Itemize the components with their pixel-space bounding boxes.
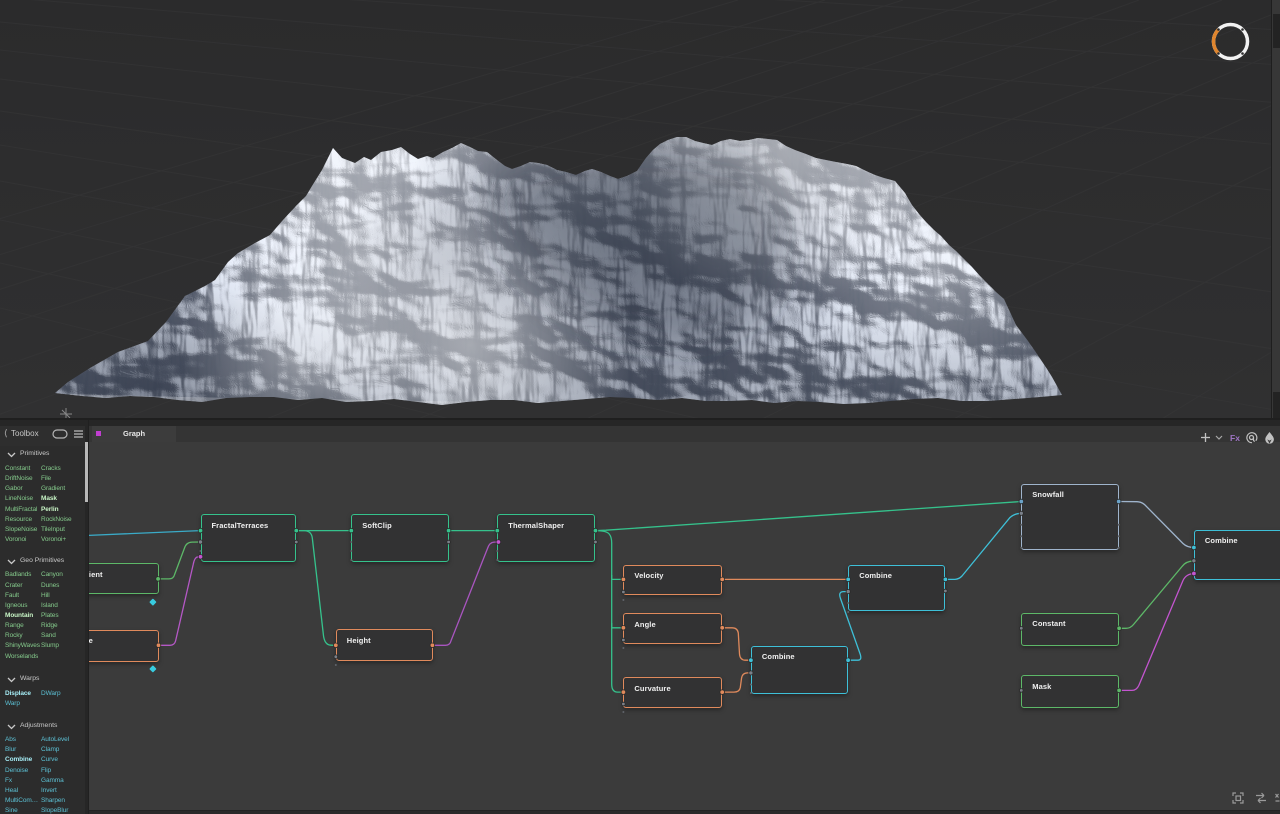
svg-text:Fx: Fx	[1230, 433, 1240, 443]
